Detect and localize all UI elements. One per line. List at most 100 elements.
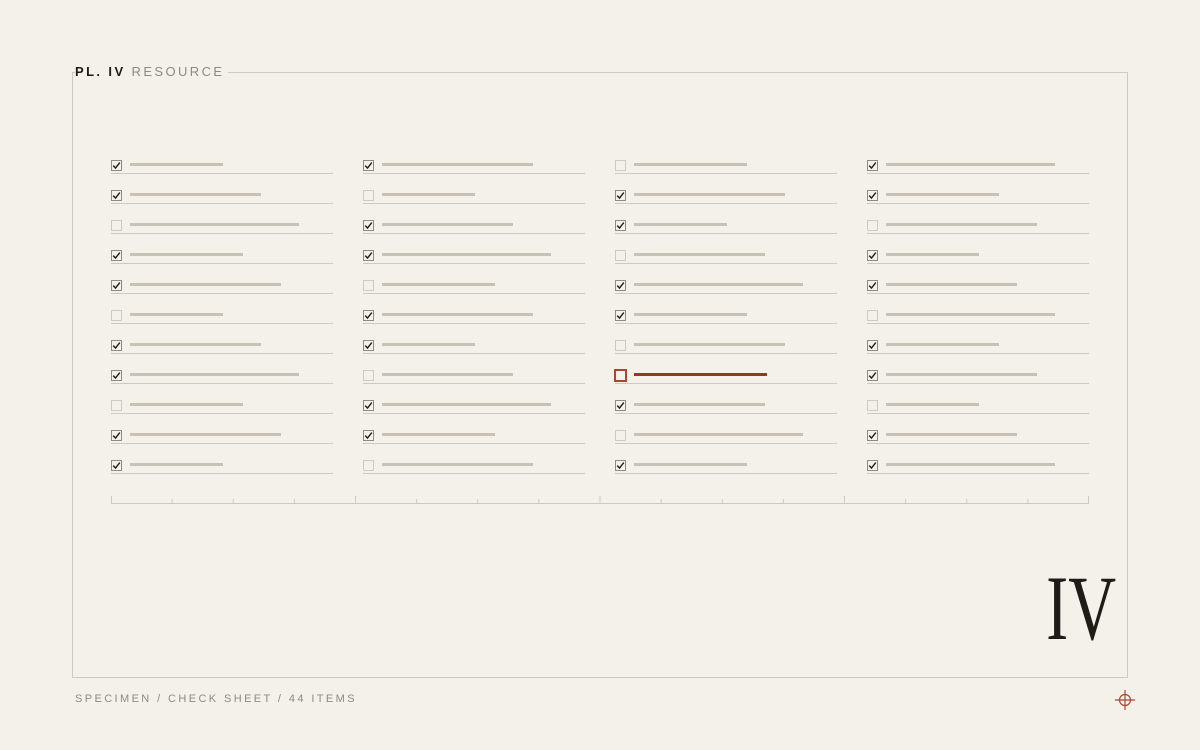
placeholder-bar (886, 343, 999, 346)
check-icon (868, 282, 877, 290)
checklist-item[interactable] (615, 450, 837, 480)
check-icon (616, 282, 625, 290)
check-icon (364, 162, 373, 170)
checklist-item[interactable] (867, 150, 1089, 180)
checklist-item[interactable] (363, 180, 585, 210)
checklist-item[interactable] (111, 180, 333, 210)
checklist-item[interactable] (363, 300, 585, 330)
check-icon (364, 312, 373, 320)
checkbox[interactable] (867, 220, 878, 231)
placeholder-bar (130, 283, 281, 286)
checklist-item[interactable] (615, 240, 837, 270)
placeholder-bar (382, 403, 551, 406)
placeholder-bar (634, 313, 747, 316)
row-divider (363, 203, 585, 204)
placeholder-bar (886, 433, 1017, 436)
placeholder-bar (634, 433, 803, 436)
checklist-item[interactable] (111, 210, 333, 240)
checklist-item[interactable] (867, 180, 1089, 210)
check-icon (616, 312, 625, 320)
row-divider (111, 473, 333, 474)
row-divider (615, 173, 837, 174)
checklist-item[interactable] (867, 330, 1089, 360)
checklist-item[interactable] (867, 390, 1089, 420)
checklist-item[interactable] (363, 450, 585, 480)
checklist-item[interactable] (363, 270, 585, 300)
checklist-item[interactable] (111, 300, 333, 330)
check-icon (868, 162, 877, 170)
placeholder-bar (634, 343, 785, 346)
placeholder-bar (634, 403, 765, 406)
checkbox[interactable] (363, 190, 374, 201)
checkbox[interactable] (867, 400, 878, 411)
row-divider (111, 353, 333, 354)
checklist-column (111, 150, 333, 480)
checklist-item[interactable] (363, 420, 585, 450)
checklist-item-highlighted[interactable] (614, 360, 837, 390)
checklist-item[interactable] (111, 330, 333, 360)
plate-numeral: IV (1046, 557, 1116, 659)
checklist-item[interactable] (111, 240, 333, 270)
placeholder-bar (634, 463, 747, 466)
checkbox[interactable] (111, 220, 122, 231)
checklist-item[interactable] (867, 240, 1089, 270)
checklist-item[interactable] (363, 240, 585, 270)
checklist-item[interactable] (111, 450, 333, 480)
checklist-item[interactable] (111, 360, 333, 390)
row-divider (615, 383, 837, 384)
checklist-item[interactable] (363, 360, 585, 390)
plate-subtitle: RESOURCE (131, 64, 225, 79)
checkbox[interactable] (111, 310, 122, 321)
checklist-item[interactable] (867, 420, 1089, 450)
checklist-item[interactable] (615, 330, 837, 360)
row-divider (615, 233, 837, 234)
checkbox[interactable] (363, 460, 374, 471)
check-icon (112, 372, 121, 380)
checkbox[interactable] (615, 250, 626, 261)
checkbox[interactable] (363, 370, 374, 381)
checklist-item[interactable] (615, 270, 837, 300)
checklist-item[interactable] (615, 150, 837, 180)
placeholder-bar (130, 253, 243, 256)
row-divider (363, 233, 585, 234)
checkbox[interactable] (615, 340, 626, 351)
checklist-item[interactable] (615, 210, 837, 240)
checklist-item[interactable] (363, 390, 585, 420)
placeholder-bar (382, 373, 513, 376)
checklist-item[interactable] (111, 270, 333, 300)
checkbox[interactable] (615, 160, 626, 171)
checklist-item[interactable] (867, 360, 1089, 390)
check-icon (112, 282, 121, 290)
checklist-item[interactable] (867, 450, 1089, 480)
row-divider (615, 293, 837, 294)
checklist-item[interactable] (615, 390, 837, 420)
checklist-item[interactable] (363, 150, 585, 180)
placeholder-bar (382, 463, 533, 466)
placeholder-bar (382, 253, 551, 256)
checklist-item[interactable] (867, 210, 1089, 240)
checklist-item[interactable] (363, 330, 585, 360)
row-divider (111, 383, 333, 384)
checkbox[interactable] (111, 400, 122, 411)
checklist-item[interactable] (111, 390, 333, 420)
checkbox[interactable] (363, 280, 374, 291)
checklist-item[interactable] (615, 420, 837, 450)
checklist-item[interactable] (867, 270, 1089, 300)
row-divider (867, 173, 1089, 174)
checklist-item[interactable] (111, 150, 333, 180)
checklist-item[interactable] (363, 210, 585, 240)
row-divider (111, 443, 333, 444)
checklist-item[interactable] (615, 300, 837, 330)
check-icon (112, 192, 121, 200)
checkbox[interactable] (615, 430, 626, 441)
placeholder-bar (130, 313, 223, 316)
checkbox[interactable] (867, 310, 878, 321)
checkbox[interactable] (614, 369, 627, 382)
checklist-item[interactable] (615, 180, 837, 210)
check-icon (364, 252, 373, 260)
checklist-item[interactable] (867, 300, 1089, 330)
row-divider (867, 233, 1089, 234)
footer-caption: SPECIMEN / CHECK SHEET / 44 ITEMS (75, 693, 357, 705)
checklist-item[interactable] (111, 420, 333, 450)
placeholder-bar (886, 373, 1037, 376)
